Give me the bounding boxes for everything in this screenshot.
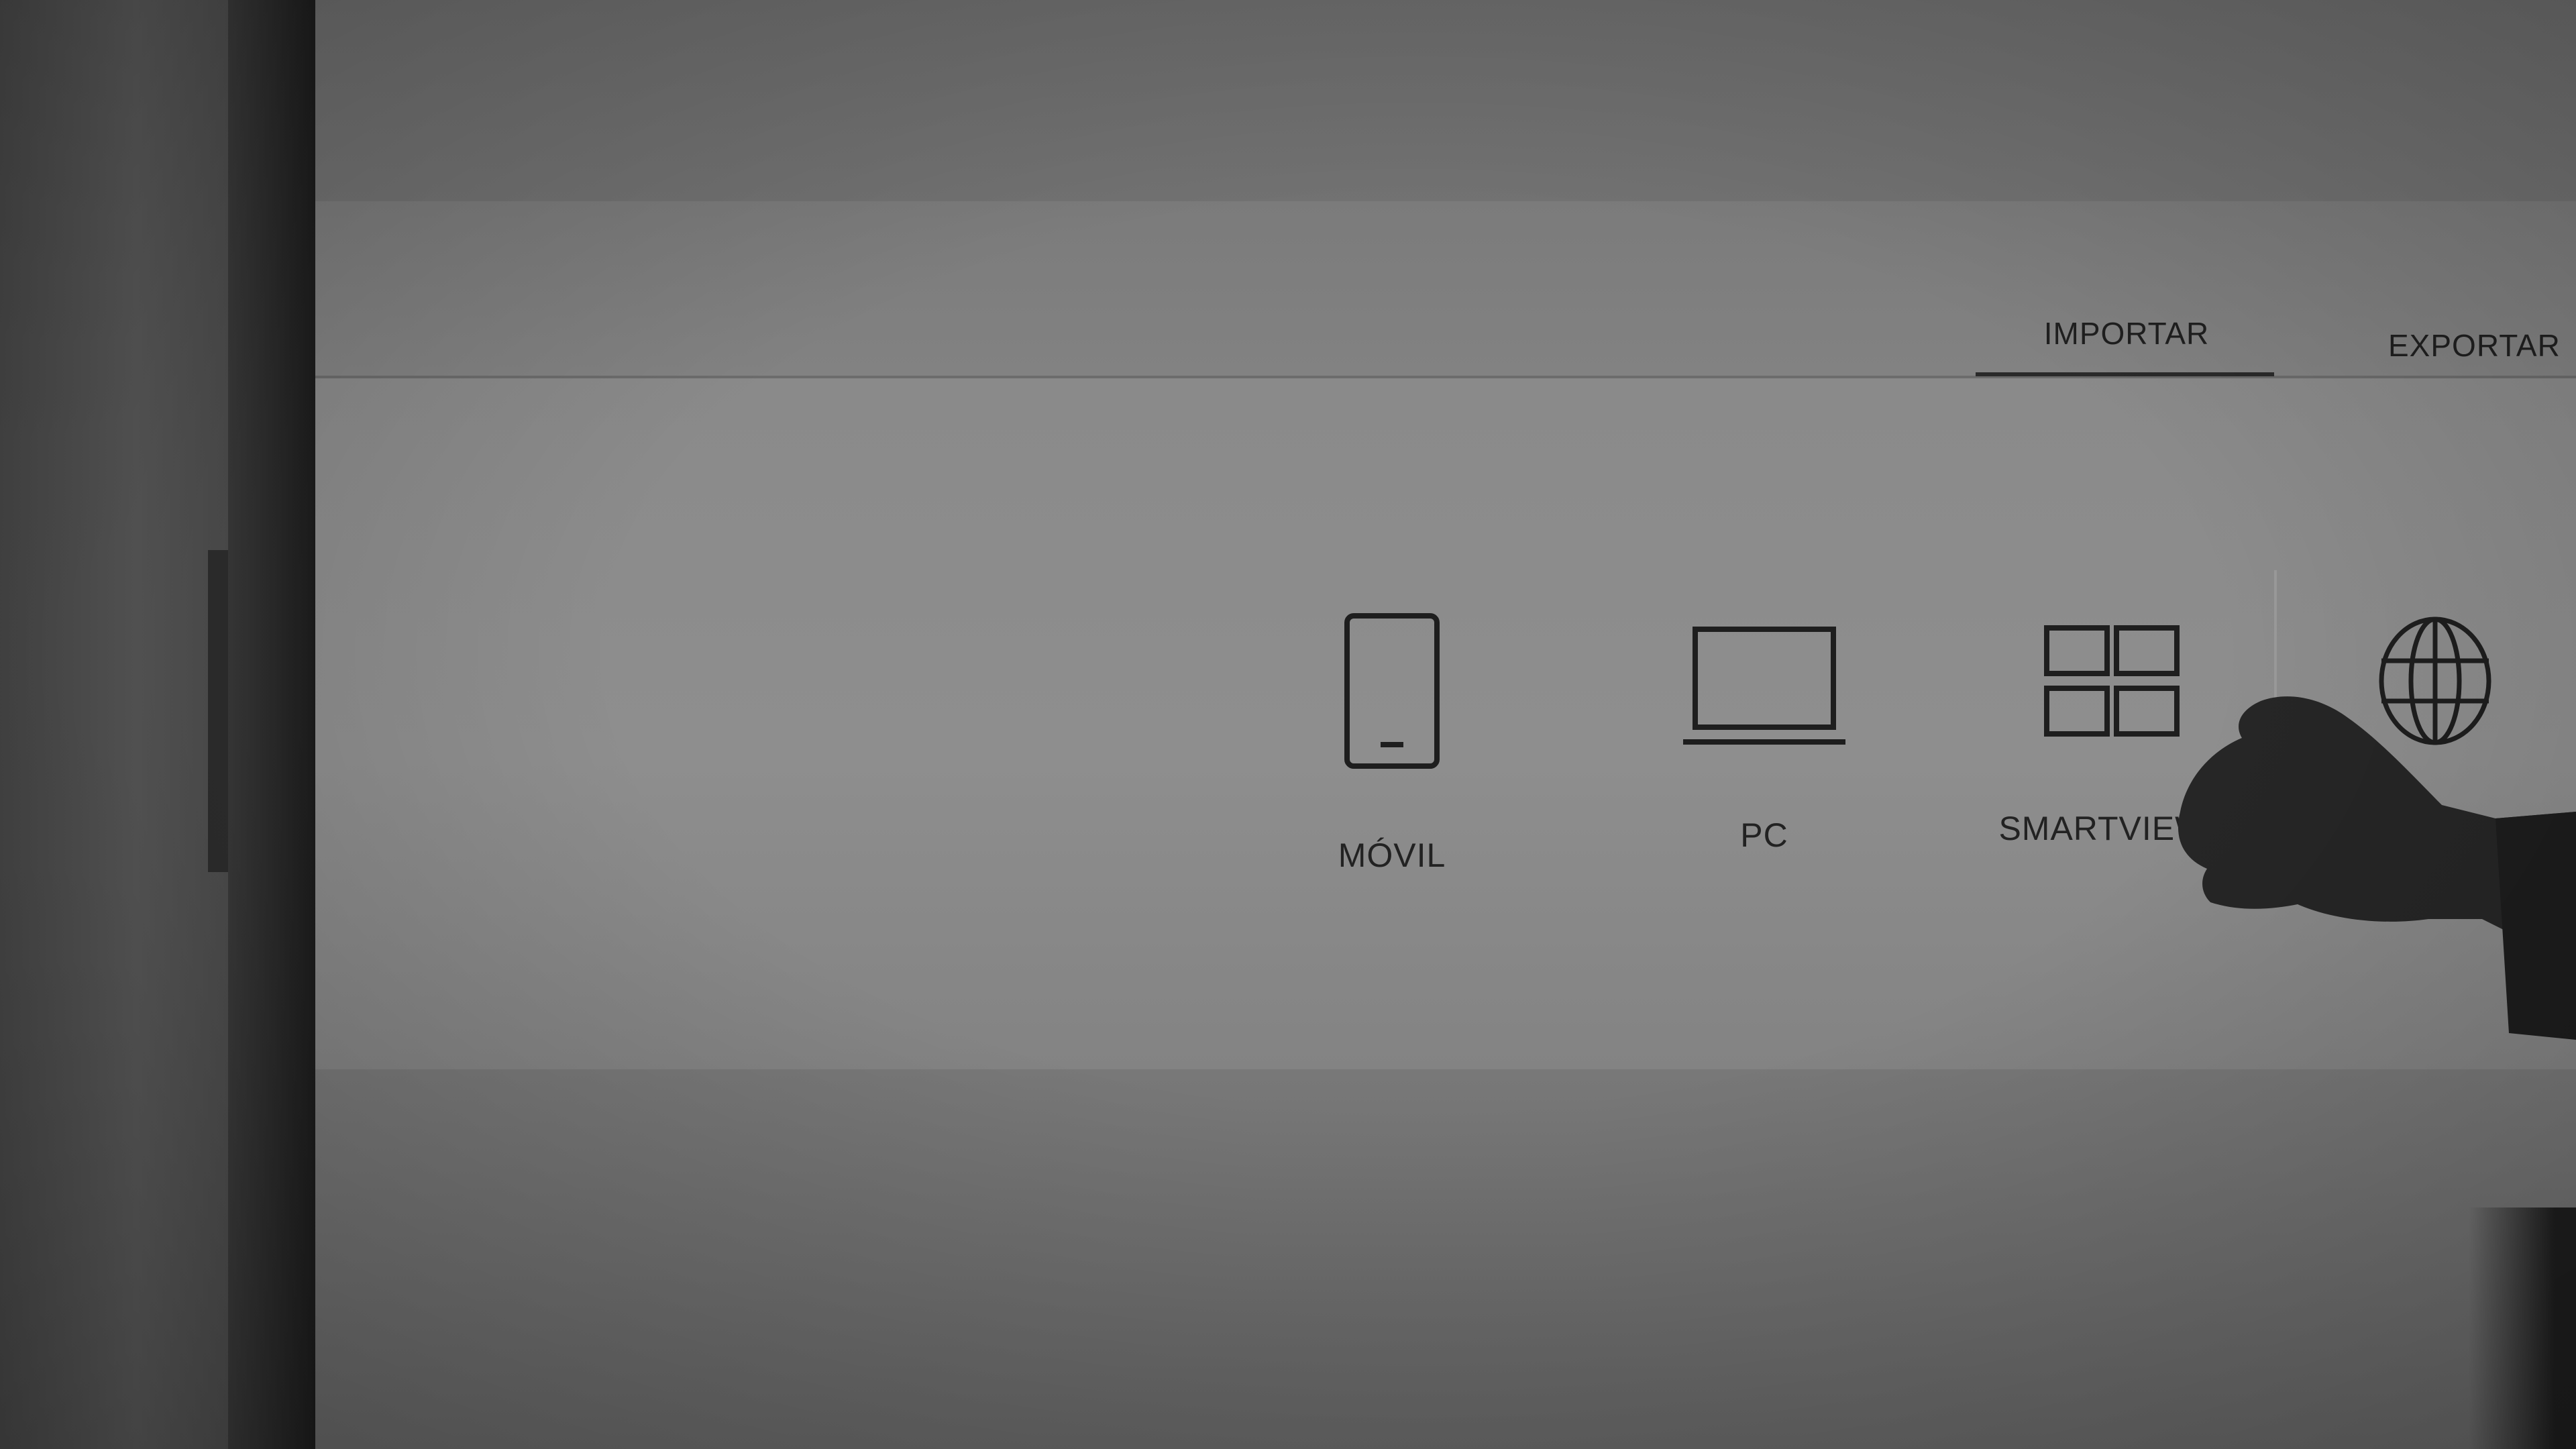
hand-silhouette <box>2178 696 2576 1040</box>
source-pc-label: PC <box>1740 816 1788 854</box>
laptop-icon <box>1683 627 1845 745</box>
source-mobile-label: MÓVIL <box>1338 837 1446 874</box>
tab-import-label: IMPORTAR <box>2043 316 2210 351</box>
photo-scene: IMPORTAR EXPORTAR MÓVIL PC SMARTVIEW+ <box>0 0 2576 1449</box>
smartphone-icon <box>1344 613 1440 769</box>
tab-export[interactable]: EXPORTAR <box>2388 327 2576 364</box>
source-pc-button[interactable]: PC <box>1657 624 1872 855</box>
shadow-edge <box>2469 1208 2576 1449</box>
source-mobile-button[interactable]: MÓVIL <box>1298 610 1486 875</box>
header-bar <box>315 201 2576 378</box>
lower-area <box>315 1069 2576 1449</box>
tab-import[interactable]: IMPORTAR <box>1976 315 2277 352</box>
bezel-edge <box>208 550 228 872</box>
active-tab-indicator <box>1976 372 2274 376</box>
wall <box>0 0 228 1449</box>
tab-export-label: EXPORTAR <box>2388 328 2561 363</box>
display-bezel <box>228 0 315 1449</box>
